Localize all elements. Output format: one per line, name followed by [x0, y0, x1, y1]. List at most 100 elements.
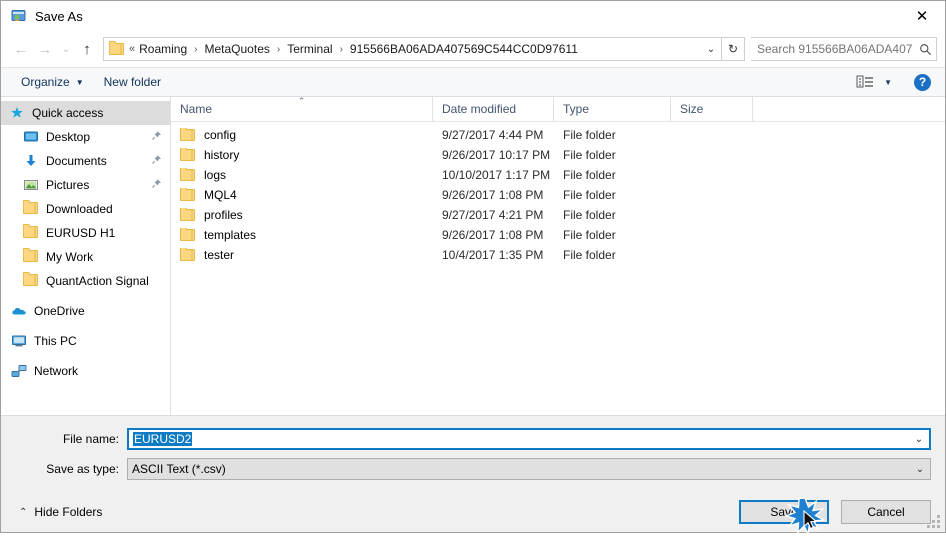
table-row[interactable]: profiles 9/27/2017 4:21 PM File folder — [171, 205, 945, 225]
table-row[interactable]: tester 10/4/2017 1:35 PM File folder — [171, 245, 945, 265]
file-name-cell: logs — [171, 168, 433, 182]
breadcrumb-item-3[interactable]: 915566BA06ADA407569C544CC0D97611 — [348, 42, 580, 56]
folder-icon — [23, 272, 39, 289]
new-folder-button[interactable]: New folder — [94, 71, 171, 93]
sidebar-item-this-pc[interactable]: This PC — [1, 329, 170, 353]
pictures-icon — [23, 177, 39, 193]
file-name-label: File name: — [62, 432, 119, 446]
up-icon[interactable]: ↑ — [75, 37, 99, 61]
column-header-label: Type — [563, 102, 590, 116]
forward-icon[interactable]: → — [33, 37, 57, 61]
file-name-value[interactable]: EURUSD2 — [129, 432, 909, 446]
column-header-row: ⌃ Name Date modified Type Size — [171, 97, 945, 122]
organize-button[interactable]: Organize ▼ — [11, 71, 94, 93]
hide-folders-button[interactable]: ⌃ Hide Folders — [19, 505, 102, 519]
organize-label: Organize — [21, 75, 70, 89]
folder-icon — [180, 208, 196, 222]
table-row[interactable]: MQL4 9/26/2017 1:08 PM File folder — [171, 185, 945, 205]
view-options-icon[interactable] — [856, 74, 876, 90]
file-date-cell: 10/10/2017 1:17 PM — [442, 168, 551, 182]
address-bar[interactable]: « Roaming › MetaQuotes › Terminal › 9155… — [103, 37, 745, 61]
table-row[interactable]: logs 10/10/2017 1:17 PM File folder — [171, 165, 945, 185]
file-name-cell: profiles — [171, 208, 433, 222]
sidebar-item-onedrive[interactable]: OneDrive — [1, 299, 170, 323]
save-button[interactable]: Save — [739, 500, 829, 524]
file-name-cell: MQL4 — [171, 188, 433, 202]
dialog-button-row: ⌃ Hide Folders Save Cancel — [1, 488, 945, 537]
file-name-cell: templates — [171, 228, 433, 242]
chevron-down-icon[interactable]: ⌄ — [910, 464, 930, 475]
column-header-label: Size — [680, 102, 704, 116]
navigation-sidebar: Quick access Desktop Documents Pictures … — [1, 97, 171, 415]
breadcrumb-item-0[interactable]: Roaming — [137, 42, 189, 56]
sidebar-item-label: Quick access — [32, 106, 104, 120]
column-header-type[interactable]: Type — [554, 97, 671, 121]
file-name-cell: history — [171, 148, 433, 162]
pin-icon[interactable] — [150, 130, 162, 144]
sidebar-item-quantaction-signal[interactable]: QuantAction Signal — [1, 269, 170, 293]
file-date-cell: 10/4/2017 1:35 PM — [442, 248, 544, 262]
breadcrumb-item-1[interactable]: MetaQuotes — [203, 42, 272, 56]
hide-folders-label: Hide Folders — [34, 505, 103, 519]
documents-download-icon — [23, 153, 39, 169]
sidebar-item-desktop[interactable]: Desktop — [1, 125, 170, 149]
breadcrumb-overflow-icon[interactable]: « — [129, 43, 137, 55]
folder-icon — [180, 228, 196, 242]
folder-icon — [180, 128, 196, 142]
save-as-dialog: Save As ✕ ← → ⌄ ↑ « Roaming › MetaQuotes… — [0, 0, 946, 537]
sidebar-item-label: Desktop — [46, 130, 91, 144]
address-dropdown-icon[interactable]: ⌄ — [701, 44, 721, 55]
resize-grip[interactable] — [926, 514, 940, 528]
column-header-size[interactable]: Size — [671, 97, 753, 121]
sidebar-item-eurusd-h1[interactable]: EURUSD H1 — [1, 221, 170, 245]
refresh-icon[interactable]: ↻ — [722, 42, 744, 56]
back-icon[interactable]: ← — [9, 37, 33, 61]
sidebar-item-my-work[interactable]: My Work — [1, 245, 170, 269]
recent-locations-icon[interactable]: ⌄ — [57, 37, 75, 61]
network-icon — [11, 363, 27, 379]
sidebar-item-pictures[interactable]: Pictures — [1, 173, 170, 197]
chevron-down-icon[interactable]: ⌄ — [909, 434, 929, 445]
breadcrumb-item-2[interactable]: Terminal — [285, 42, 334, 56]
cancel-button[interactable]: Cancel — [841, 500, 931, 524]
action-buttons: Save Cancel — [739, 497, 931, 537]
sidebar-item-label: Downloaded — [46, 202, 113, 216]
sidebar-item-downloaded[interactable]: Downloaded — [1, 197, 170, 221]
dialog-body: Quick access Desktop Documents Pictures … — [1, 97, 945, 415]
sidebar-item-label: Pictures — [46, 178, 90, 192]
sidebar-item-label: Network — [34, 364, 79, 378]
file-name-field[interactable]: EURUSD2 ⌄ — [127, 428, 931, 450]
file-name-label: MQL4 — [204, 188, 237, 202]
sidebar-item-documents[interactable]: Documents — [1, 149, 170, 173]
column-header-date-modified[interactable]: Date modified — [433, 97, 554, 121]
chevron-up-icon: ⌃ — [19, 506, 28, 518]
save-as-type-value: ASCII Text (*.csv) — [132, 462, 226, 476]
save-as-type-field[interactable]: ASCII Text (*.csv) ⌄ — [127, 458, 931, 480]
pin-icon[interactable] — [150, 154, 162, 168]
breadcrumb: « Roaming › MetaQuotes › Terminal › 9155… — [129, 42, 701, 56]
search-input[interactable] — [751, 41, 914, 57]
sidebar-item-quick-access[interactable]: Quick access — [1, 101, 170, 125]
table-row[interactable]: templates 9/26/2017 1:08 PM File folder — [171, 225, 945, 245]
table-row[interactable]: config 9/27/2017 4:44 PM File folder — [171, 125, 945, 145]
folder-icon — [180, 148, 196, 162]
search-box[interactable] — [751, 37, 937, 61]
command-bar-right: ▼ ? — [856, 73, 935, 91]
sidebar-item-network[interactable]: Network — [1, 359, 170, 383]
column-header-name[interactable]: ⌃ Name — [171, 97, 433, 121]
help-icon[interactable]: ? — [914, 73, 931, 91]
close-icon[interactable]: ✕ — [899, 1, 945, 31]
file-type-cell: File folder — [563, 228, 616, 242]
file-name-row: File name: EURUSD2 ⌄ — [1, 428, 945, 450]
file-rows: config 9/27/2017 4:44 PM File folder his… — [171, 122, 945, 415]
file-name-label: history — [204, 148, 240, 162]
file-name-selected-text[interactable]: EURUSD2 — [133, 432, 193, 446]
view-chevron-down-icon[interactable]: ▼ — [884, 78, 892, 87]
file-date-cell: 9/26/2017 1:08 PM — [442, 188, 544, 202]
table-row[interactable]: history 9/26/2017 10:17 PM File folder — [171, 145, 945, 165]
pin-icon[interactable] — [150, 178, 162, 192]
column-header-label: Name — [180, 102, 213, 116]
title-bar: Save As ✕ — [1, 1, 945, 31]
onedrive-cloud-icon — [11, 303, 27, 319]
search-icon[interactable] — [914, 43, 936, 56]
